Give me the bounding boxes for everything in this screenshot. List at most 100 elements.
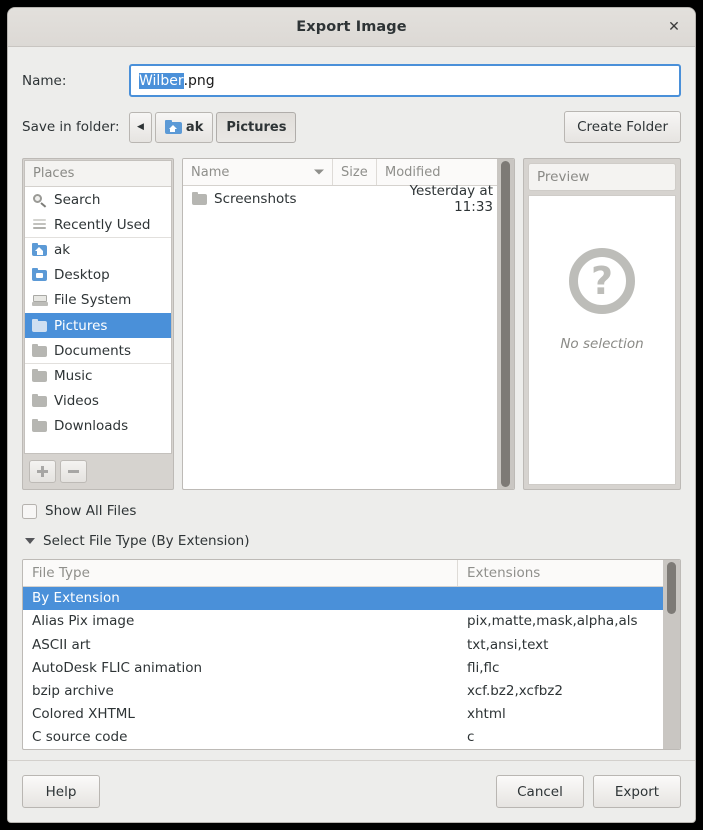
file-type-row[interactable]: bzip archive xcf.bz2,xcfbz2: [23, 679, 663, 702]
place-item-recently-used[interactable]: Recently Used: [25, 212, 171, 237]
file-list-header: Name Size Modified: [183, 159, 497, 186]
file-browser-area: Places Search Recently Used ak: [22, 158, 681, 490]
place-item-desktop[interactable]: Desktop: [25, 263, 171, 288]
file-name-text: Screenshots: [214, 191, 297, 207]
file-type-scrollbar-thumb[interactable]: [667, 562, 676, 614]
file-list-scrollbar[interactable]: [497, 159, 514, 489]
file-modified-cell: Yesterday at 11:33: [377, 183, 497, 215]
folder-icon: [191, 191, 209, 207]
close-icon[interactable]: ✕: [663, 16, 685, 38]
file-type-row[interactable]: Colored XHTML xhtml: [23, 703, 663, 726]
select-file-type-expander[interactable]: Select File Type (By Extension): [22, 532, 681, 551]
places-actions: [24, 454, 172, 488]
drive-icon: [31, 292, 49, 308]
recent-icon: [31, 217, 49, 233]
file-type-ext: xhtml: [458, 706, 663, 722]
folder-icon: [31, 418, 49, 434]
title-bar: Export Image ✕: [8, 8, 695, 47]
folder-icon: [31, 318, 49, 334]
place-label: Search: [54, 192, 100, 208]
cancel-button[interactable]: Cancel: [496, 775, 584, 808]
search-icon: [31, 192, 49, 208]
place-item-downloads[interactable]: Downloads: [25, 414, 171, 439]
place-label: Downloads: [54, 418, 128, 434]
place-label: ak: [54, 242, 70, 258]
home-folder-icon: [31, 242, 49, 258]
place-label: Recently Used: [54, 217, 150, 233]
place-label: File System: [54, 292, 131, 308]
path-button-pictures[interactable]: Pictures: [216, 112, 296, 143]
dialog-footer: Help Cancel Export: [8, 760, 695, 822]
column-header-size[interactable]: Size: [333, 159, 377, 185]
dialog-title: Export Image: [296, 19, 406, 35]
save-in-folder-row: Save in folder: ◀ ak Pictures Create Fol…: [22, 111, 681, 143]
show-all-files-checkbox[interactable]: [22, 504, 37, 519]
column-header-extensions[interactable]: Extensions: [458, 560, 663, 586]
file-type-row[interactable]: Alias Pix image pix,matte,mask,alpha,als: [23, 610, 663, 633]
place-item-search[interactable]: Search: [25, 187, 171, 212]
export-image-dialog: Export Image ✕ Name: Wilber.png Save in …: [8, 8, 695, 822]
place-label: Videos: [54, 393, 99, 409]
file-list-main: Name Size Modified Screenshots Yesterday…: [183, 159, 497, 489]
save-in-folder-label: Save in folder:: [22, 119, 129, 135]
place-item-videos[interactable]: Videos: [25, 389, 171, 414]
place-item-pictures[interactable]: Pictures: [25, 313, 171, 338]
places-header: Places: [25, 161, 171, 187]
export-button[interactable]: Export: [593, 775, 681, 808]
file-type-table-header: File Type Extensions: [23, 560, 663, 587]
file-list-pane: Name Size Modified Screenshots Yesterday…: [182, 158, 515, 490]
file-type-ext: xcf.bz2,xcfbz2: [458, 683, 663, 699]
place-label: Desktop: [54, 267, 110, 283]
place-label: Pictures: [54, 318, 107, 334]
preview-header: Preview: [528, 163, 676, 191]
column-header-modified[interactable]: Modified: [377, 159, 497, 185]
places-list[interactable]: Places Search Recently Used ak: [24, 160, 172, 454]
folder-icon: [31, 343, 49, 359]
preview-pane: Preview ? No selection: [523, 158, 681, 490]
folder-icon: [31, 368, 49, 384]
show-all-files-row[interactable]: Show All Files: [22, 502, 681, 521]
question-mark-icon: ?: [569, 248, 635, 314]
path-back-button[interactable]: ◀: [129, 112, 152, 143]
place-label: Music: [54, 368, 92, 384]
path-button-home[interactable]: ak: [155, 112, 213, 143]
file-type-ext: txt,ansi,text: [458, 637, 663, 653]
chevron-down-icon: [25, 538, 35, 544]
file-name-cell: Screenshots: [183, 191, 333, 207]
select-file-type-label: Select File Type (By Extension): [43, 533, 249, 549]
file-type-row[interactable]: C source code c: [23, 726, 663, 749]
file-row[interactable]: Screenshots Yesterday at 11:33: [183, 186, 497, 212]
place-item-music[interactable]: Music: [25, 363, 171, 388]
file-list-scrollbar-thumb[interactable]: [501, 161, 510, 487]
file-type-name: Colored XHTML: [23, 706, 458, 722]
show-all-files-label: Show All Files: [45, 503, 136, 519]
place-item-documents[interactable]: Documents: [25, 338, 171, 363]
folder-icon: [31, 393, 49, 409]
file-type-scrollbar[interactable]: [663, 560, 680, 749]
place-item-file-system[interactable]: File System: [25, 288, 171, 313]
name-label: Name:: [22, 73, 129, 89]
file-type-row[interactable]: By Extension: [23, 587, 663, 610]
desktop-folder-icon: [31, 267, 49, 283]
column-header-name[interactable]: Name: [183, 159, 333, 185]
place-label: Documents: [54, 343, 131, 359]
file-type-name: C source code: [23, 729, 458, 745]
filename-selected-text: Wilber: [139, 73, 184, 89]
dialog-body: Name: Wilber.png Save in folder: ◀ ak Pi…: [8, 47, 695, 750]
file-type-ext: c: [458, 729, 663, 745]
file-type-name: bzip archive: [23, 683, 458, 699]
file-type-name: By Extension: [23, 590, 458, 606]
file-type-table-main: File Type Extensions By Extension Alias …: [23, 560, 663, 749]
add-bookmark-icon[interactable]: [29, 460, 56, 483]
help-button[interactable]: Help: [22, 775, 100, 808]
path-button-home-label: ak: [186, 120, 203, 135]
filename-rest-text: .png: [184, 73, 215, 89]
column-header-file-type[interactable]: File Type: [23, 560, 458, 586]
places-pane: Places Search Recently Used ak: [22, 158, 174, 490]
place-item-home[interactable]: ak: [25, 237, 171, 262]
create-folder-button[interactable]: Create Folder: [564, 111, 681, 143]
file-type-row[interactable]: ASCII art txt,ansi,text: [23, 633, 663, 656]
remove-bookmark-icon[interactable]: [60, 460, 87, 483]
filename-input[interactable]: Wilber.png: [129, 64, 681, 97]
file-type-row[interactable]: AutoDesk FLIC animation fli,flc: [23, 656, 663, 679]
